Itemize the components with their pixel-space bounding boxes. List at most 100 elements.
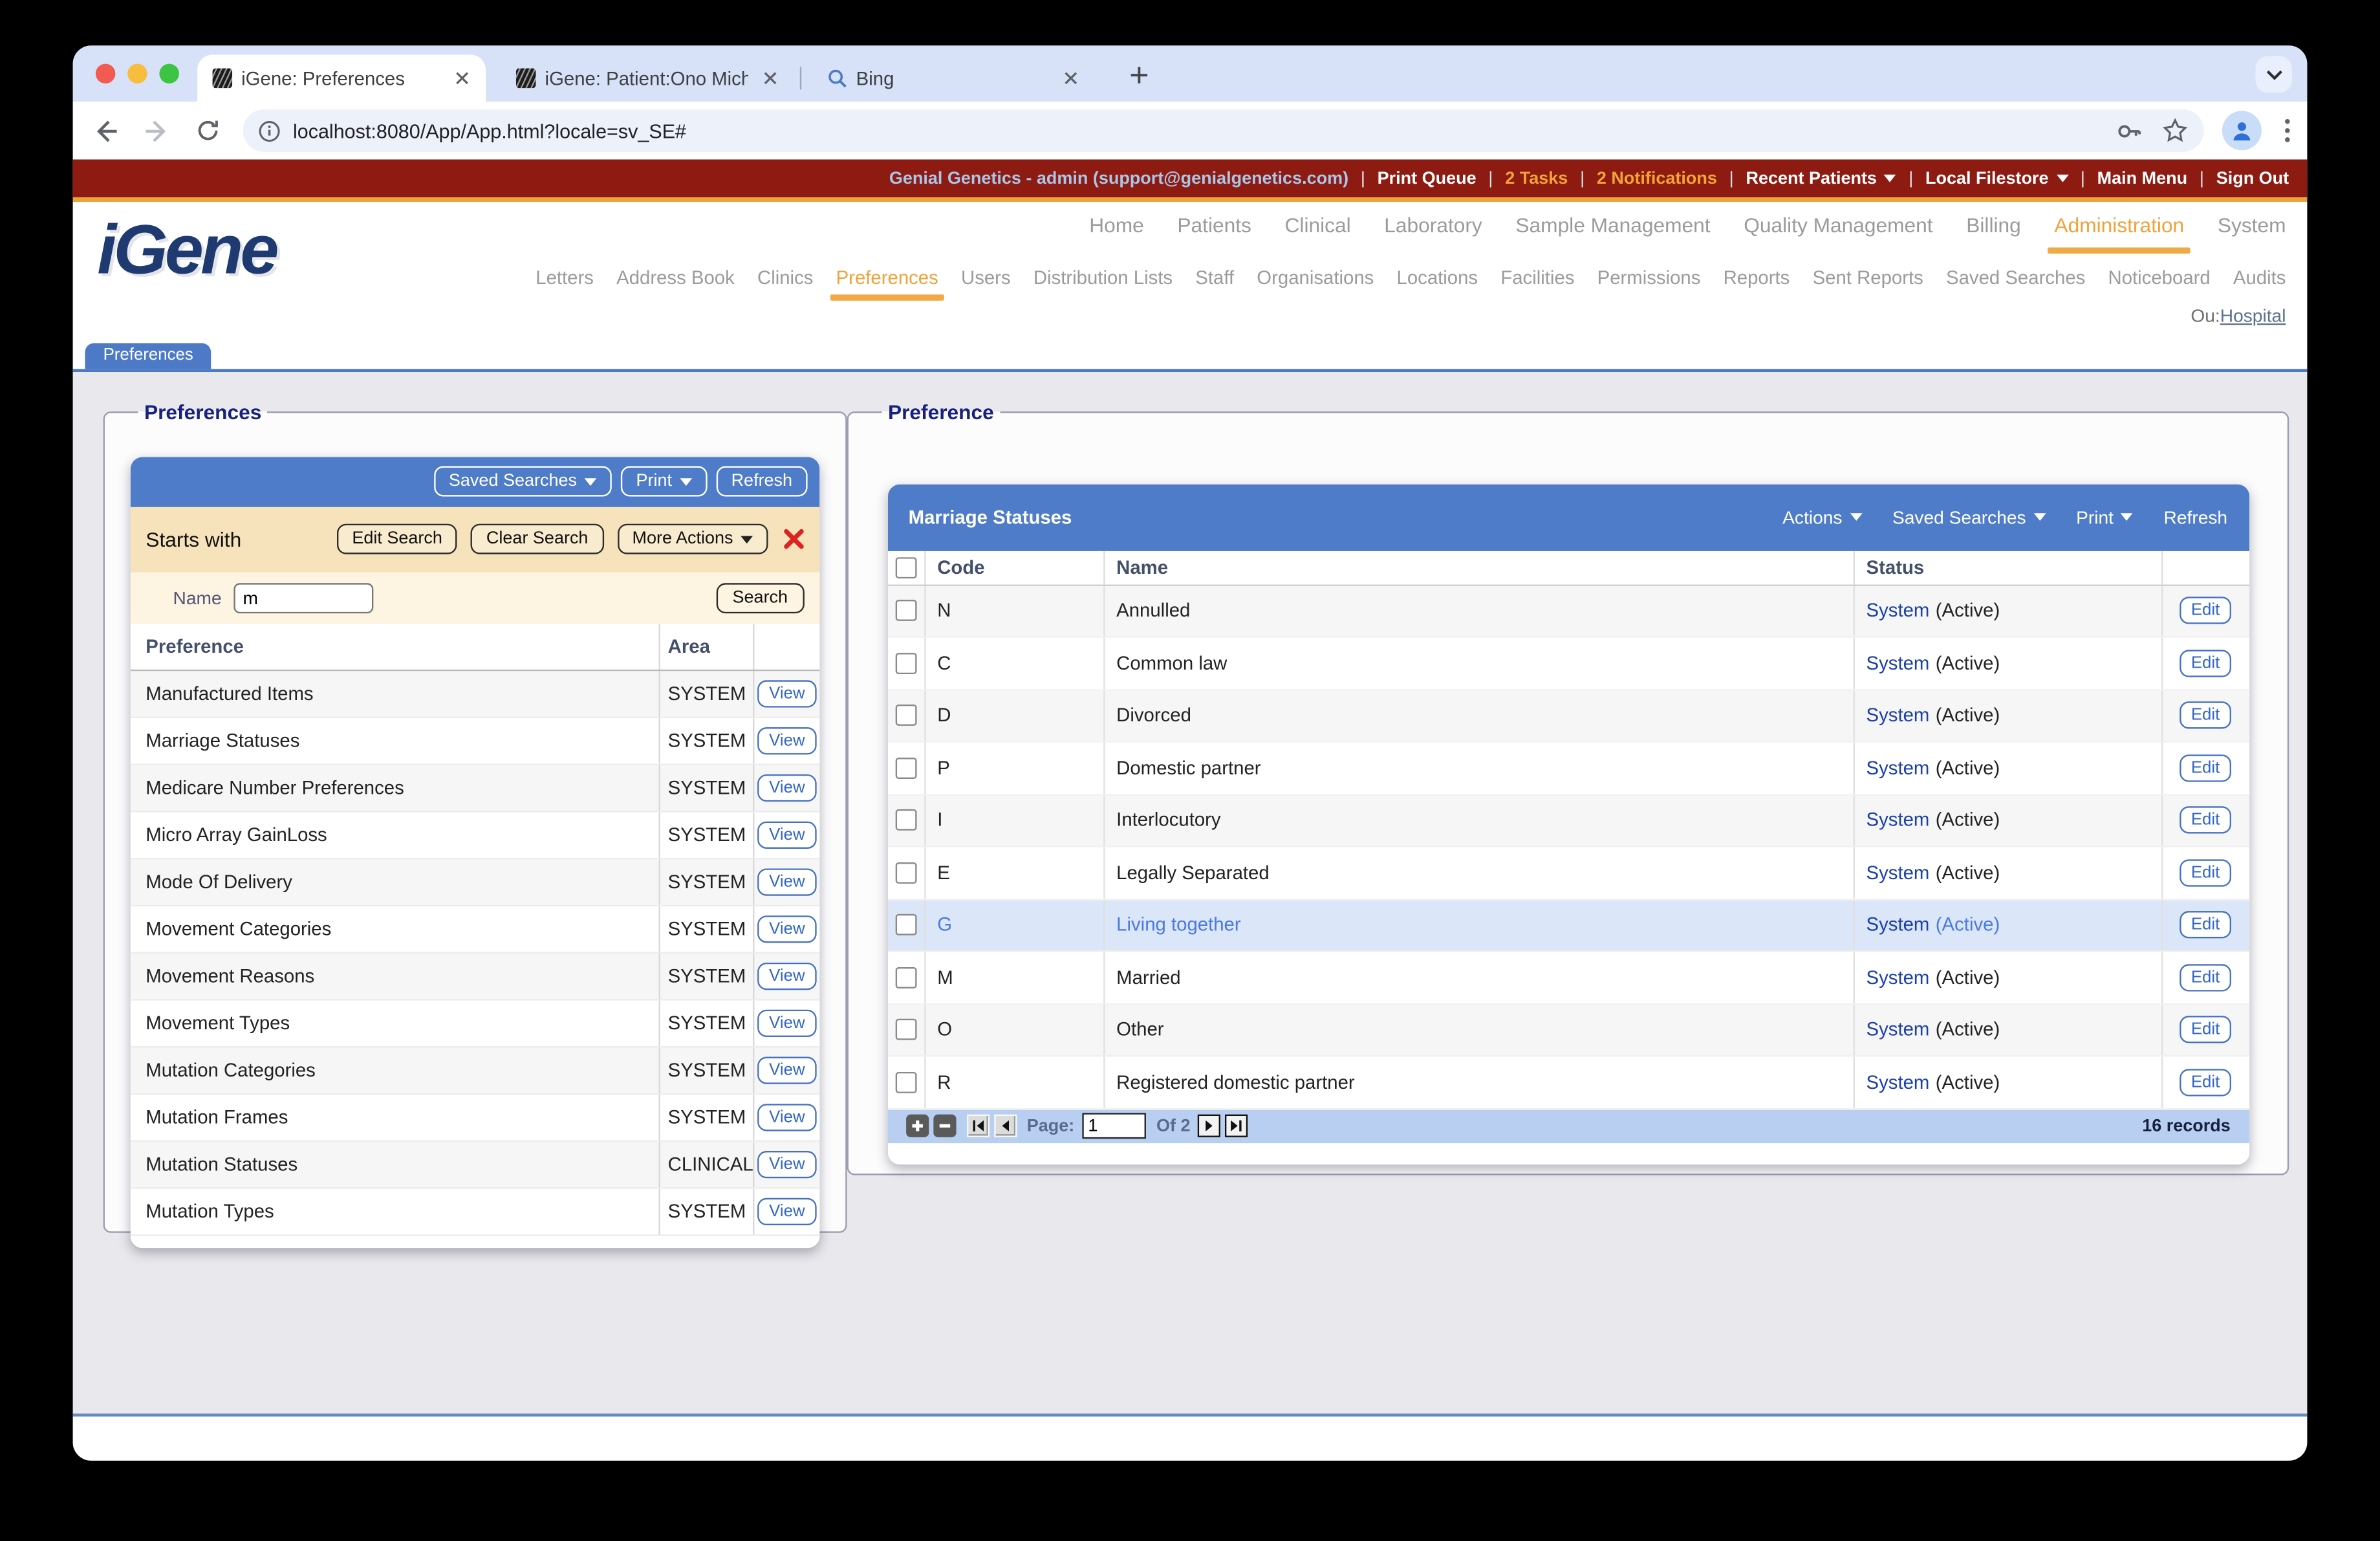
nav-saved-searches[interactable]: Saved Searches (1946, 267, 2085, 289)
print-menu[interactable]: Print (2076, 507, 2134, 528)
reload-button[interactable] (188, 111, 228, 150)
shrink-page-size-button[interactable] (933, 1114, 956, 1138)
row-checkbox[interactable] (894, 705, 916, 727)
system-link[interactable]: System (1866, 758, 1930, 779)
expand-page-size-button[interactable] (905, 1114, 929, 1138)
address-bar[interactable]: localhost:8080/App/App.html?locale=sv_SE… (243, 109, 2204, 152)
nav-system[interactable]: System (2218, 214, 2286, 237)
tab-close-icon[interactable] (449, 66, 474, 91)
system-link[interactable]: System (1866, 915, 1930, 936)
nav-reports[interactable]: Reports (1724, 267, 1790, 289)
table-row[interactable]: Movement Reasons SYSTEM View (130, 952, 820, 1000)
table-row[interactable]: R Registered domestic partner System (Activ… (887, 1056, 2249, 1109)
row-checkbox[interactable] (894, 914, 916, 936)
tab-igene-preferences[interactable]: iGene: Preferences (197, 54, 486, 102)
nav-organisations[interactable]: Organisations (1257, 267, 1374, 289)
page-tab-preferences[interactable]: Preferences (85, 343, 211, 369)
edit-button[interactable]: Edit (2179, 650, 2233, 677)
row-checkbox[interactable] (894, 1071, 916, 1093)
tab-search-chevron-button[interactable] (2255, 56, 2292, 93)
edit-button[interactable]: Edit (2179, 754, 2233, 782)
notifications-link[interactable]: 2 Notifications (1597, 169, 1717, 188)
edit-button[interactable]: Edit (2179, 597, 2233, 625)
local-filestore-menu[interactable]: Local Filestore (1925, 169, 2069, 188)
tab-close-icon[interactable] (757, 66, 782, 91)
table-row[interactable]: Mutation Frames SYSTEM View (130, 1094, 820, 1141)
nav-patients[interactable]: Patients (1177, 214, 1251, 237)
nav-administration[interactable]: Administration (2048, 214, 2191, 254)
nav-locations[interactable]: Locations (1397, 267, 1478, 289)
row-checkbox[interactable] (894, 862, 916, 884)
recent-patients-menu[interactable]: Recent Patients (1746, 169, 1897, 188)
sign-out-link[interactable]: Sign Out (2216, 169, 2289, 188)
table-row[interactable]: N Annulled System (Active) Edit (887, 585, 2249, 638)
zoom-window-button[interactable] (159, 63, 179, 84)
nav-clinical[interactable]: Clinical (1285, 214, 1351, 237)
table-row[interactable]: M Married System (Active) Edit (887, 952, 2249, 1005)
search-button[interactable]: Search (715, 582, 805, 613)
close-window-button[interactable] (95, 63, 116, 84)
profile-avatar[interactable] (2222, 111, 2262, 151)
view-button[interactable]: View (757, 1150, 817, 1178)
table-row[interactable]: I Interlocutory System (Active) Edit (887, 794, 2249, 847)
nav-quality-management[interactable]: Quality Management (1744, 214, 1932, 237)
system-link[interactable]: System (1866, 600, 1930, 622)
previous-page-button[interactable] (993, 1114, 1017, 1138)
system-link[interactable]: System (1866, 862, 1930, 884)
view-button[interactable]: View (757, 1056, 817, 1084)
system-link[interactable]: System (1866, 1072, 1930, 1093)
table-row[interactable]: Movement Categories SYSTEM View (130, 906, 820, 953)
view-button[interactable]: View (757, 1009, 817, 1037)
view-button[interactable]: View (757, 868, 817, 895)
view-button[interactable]: View (757, 915, 817, 943)
table-row[interactable]: C Common law System (Active) Edit (887, 637, 2249, 690)
nav-billing[interactable]: Billing (1966, 214, 2021, 237)
table-row[interactable]: Marriage Statuses SYSTEM View (130, 717, 820, 765)
select-all-checkbox[interactable] (894, 556, 916, 578)
system-link[interactable]: System (1866, 1020, 1930, 1041)
system-link[interactable]: System (1866, 705, 1930, 727)
nav-home[interactable]: Home (1089, 214, 1144, 237)
nav-sample-management[interactable]: Sample Management (1515, 214, 1710, 237)
table-row-highlighted[interactable]: G Living together System (Active) Edit (887, 899, 2249, 952)
view-button[interactable]: View (757, 679, 817, 707)
view-button[interactable]: View (757, 727, 817, 754)
bookmark-star-icon[interactable] (2161, 117, 2189, 144)
view-button[interactable]: View (757, 1103, 817, 1131)
edit-button[interactable]: Edit (2179, 911, 2233, 939)
forward-button[interactable] (136, 111, 176, 150)
table-row[interactable]: Mode Of Delivery SYSTEM View (130, 858, 820, 906)
nav-address-book[interactable]: Address Book (616, 267, 735, 289)
table-row[interactable]: Mutation Categories SYSTEM View (130, 1047, 820, 1095)
refresh-button[interactable]: Refresh (716, 466, 808, 497)
minimize-window-button[interactable] (127, 63, 147, 84)
nav-facilities[interactable]: Facilities (1500, 267, 1574, 289)
tab-igene-patient[interactable]: iGene: Patient:Ono Michio (501, 54, 794, 102)
edit-button[interactable]: Edit (2179, 1016, 2233, 1044)
first-page-button[interactable] (966, 1114, 990, 1138)
table-row[interactable]: Movement Types SYSTEM View (130, 1000, 820, 1047)
edit-button[interactable]: Edit (2179, 1068, 2233, 1097)
table-row[interactable]: Mutation Types SYSTEM View (130, 1188, 820, 1236)
row-checkbox[interactable] (894, 1019, 916, 1041)
tab-bing[interactable]: Bing (812, 54, 1095, 102)
nav-permissions[interactable]: Permissions (1597, 267, 1701, 289)
table-row[interactable]: Medicare Number Preferences SYSTEM View (130, 764, 820, 812)
refresh-link[interactable]: Refresh (2163, 507, 2227, 528)
name-input[interactable] (233, 582, 374, 613)
tasks-link[interactable]: 2 Tasks (1505, 169, 1568, 188)
nav-clinics[interactable]: Clinics (757, 267, 813, 289)
saved-searches-menu[interactable]: Saved Searches (1892, 507, 2046, 528)
system-link[interactable]: System (1866, 810, 1930, 831)
nav-noticeboard[interactable]: Noticeboard (2108, 267, 2211, 289)
edit-button[interactable]: Edit (2179, 702, 2233, 730)
nav-audits[interactable]: Audits (2233, 267, 2286, 289)
nav-sent-reports[interactable]: Sent Reports (1813, 267, 1923, 289)
account-info[interactable]: Genial Genetics - admin (support@genialg… (889, 169, 1348, 188)
edit-button[interactable]: Edit (2179, 859, 2233, 887)
table-row[interactable]: Manufactured Items SYSTEM View (130, 670, 820, 718)
table-row[interactable]: D Divorced System (Active) Edit (887, 690, 2249, 743)
view-button[interactable]: View (757, 962, 817, 990)
view-button[interactable]: View (757, 820, 817, 848)
row-checkbox[interactable] (894, 652, 916, 674)
